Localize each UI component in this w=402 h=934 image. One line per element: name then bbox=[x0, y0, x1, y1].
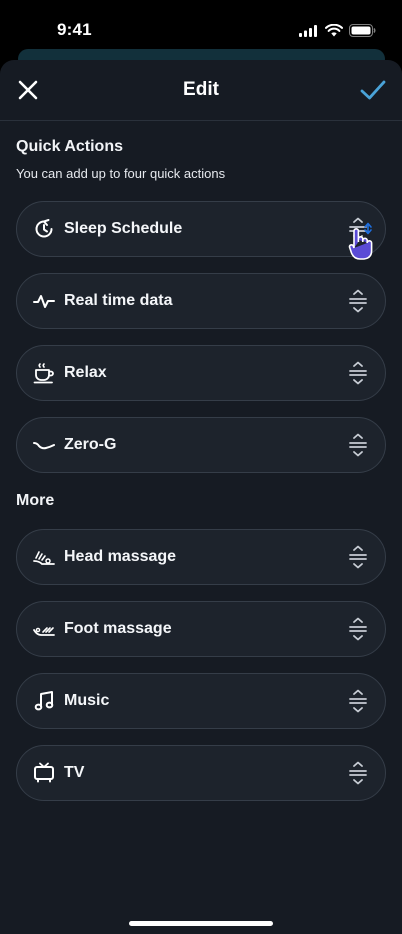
quick-action-real-time-data[interactable]: Real time data bbox=[16, 273, 386, 329]
wifi-icon bbox=[325, 24, 343, 37]
more-item-tv[interactable]: TV bbox=[16, 745, 386, 801]
item-label: Sleep Schedule bbox=[64, 220, 183, 237]
item-label: TV bbox=[64, 764, 85, 781]
zero-g-curve-icon bbox=[33, 442, 55, 450]
quick-actions-title: Quick Actions bbox=[16, 138, 123, 155]
more-title: More bbox=[16, 492, 55, 509]
nav-divider bbox=[0, 120, 402, 121]
quick-actions-subtitle: You can add up to four quick actions bbox=[16, 166, 226, 181]
status-bar: 9:41 bbox=[0, 0, 402, 54]
head-massage-icon bbox=[33, 551, 55, 565]
quick-action-sleep-schedule[interactable]: Sleep Schedule bbox=[16, 201, 386, 257]
drag-handle-icon[interactable] bbox=[348, 617, 368, 641]
item-label: Music bbox=[64, 692, 110, 709]
status-time: 9:41 bbox=[57, 20, 92, 39]
home-indicator bbox=[129, 921, 273, 926]
signal-icon bbox=[299, 24, 317, 37]
hand-cursor-icon bbox=[348, 222, 373, 260]
drag-handle-icon[interactable] bbox=[348, 761, 368, 785]
pulse-icon bbox=[33, 295, 55, 308]
quick-action-relax[interactable]: Relax bbox=[16, 345, 386, 401]
battery-icon bbox=[349, 24, 376, 37]
item-label: Head massage bbox=[64, 548, 177, 565]
drag-handle-icon[interactable] bbox=[348, 433, 368, 457]
edit-sheet: Edit Quick Actions You can add up to fou… bbox=[0, 60, 402, 934]
foot-massage-icon bbox=[33, 627, 55, 636]
music-note-icon bbox=[34, 691, 54, 711]
item-label: Foot massage bbox=[64, 620, 172, 637]
more-item-head-massage[interactable]: Head massage bbox=[16, 529, 386, 585]
item-label: Real time data bbox=[64, 292, 173, 309]
page-title: Edit bbox=[183, 79, 219, 100]
drag-handle-icon[interactable] bbox=[348, 689, 368, 713]
more-item-music[interactable]: Music bbox=[16, 673, 386, 729]
item-label: Zero-G bbox=[64, 436, 117, 453]
more-item-foot-massage[interactable]: Foot massage bbox=[16, 601, 386, 657]
item-label: Relax bbox=[64, 364, 107, 381]
coffee-cup-icon bbox=[33, 363, 54, 384]
nav-bar: Edit bbox=[0, 60, 402, 120]
status-icons bbox=[299, 24, 376, 37]
quick-action-zero-g[interactable]: Zero-G bbox=[16, 417, 386, 473]
drag-handle-icon[interactable] bbox=[348, 545, 368, 569]
sleep-schedule-icon bbox=[35, 219, 53, 238]
drag-handle-icon[interactable] bbox=[348, 361, 368, 385]
drag-handle-icon[interactable] bbox=[348, 289, 368, 313]
checkmark-icon[interactable] bbox=[360, 78, 386, 102]
tv-icon bbox=[34, 762, 54, 783]
